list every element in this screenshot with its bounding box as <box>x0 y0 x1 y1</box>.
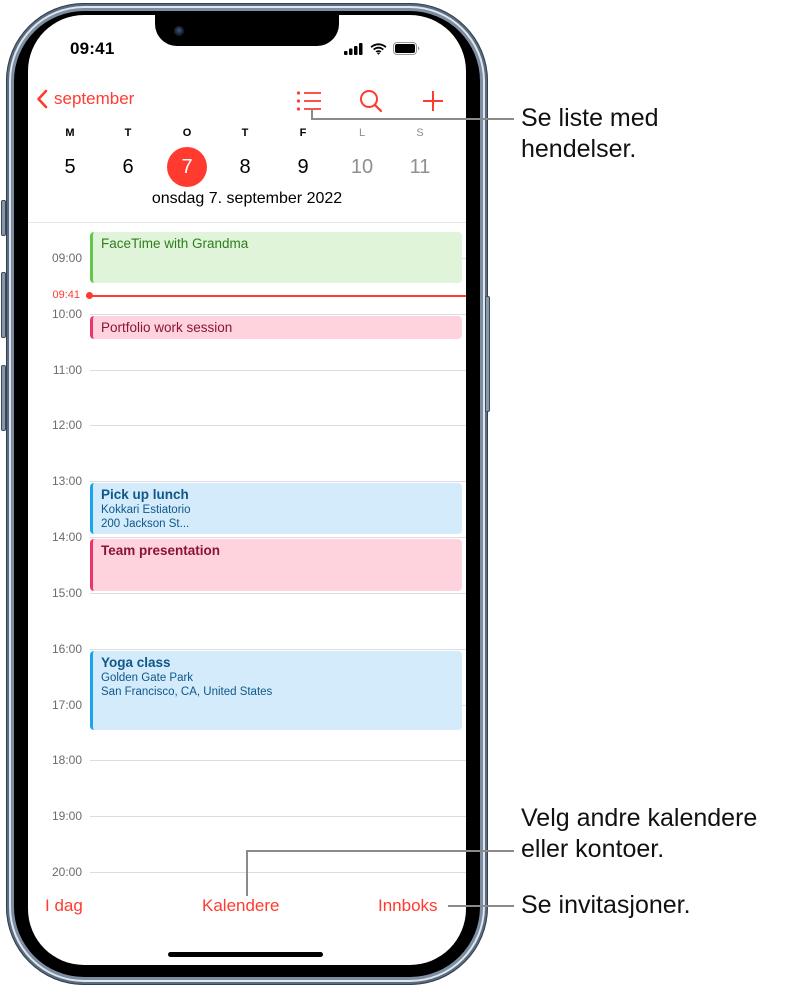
search-button[interactable] <box>358 89 384 113</box>
inbox-button[interactable]: Innboks <box>378 896 438 916</box>
event-team-presentation[interactable]: Team presentation <box>90 539 462 591</box>
weekday-letter: S <box>416 127 424 139</box>
callout-line-calendars-vertical <box>246 851 248 896</box>
event-title: Pick up lunch <box>101 487 189 502</box>
day-10[interactable]: 10 <box>342 147 382 187</box>
status-time: 09:41 <box>70 39 115 58</box>
hour-line <box>90 537 466 538</box>
callout-inbox: Se invitasjoner. <box>521 890 691 921</box>
hour-line <box>90 370 466 371</box>
day-9[interactable]: 9 <box>283 147 323 187</box>
event-pick-up-lunch[interactable]: Pick up lunch Kokkari Estiatorio 200 Jac… <box>90 483 462 534</box>
list-view-button[interactable] <box>296 89 322 113</box>
day-7-selected[interactable]: 7 <box>167 147 207 187</box>
hour-line <box>90 481 466 482</box>
hour-line <box>90 425 466 426</box>
callout-line-inbox <box>448 905 514 907</box>
event-address: 200 Jackson St... <box>101 518 190 530</box>
hour-label: 10:00 <box>51 307 82 321</box>
hour-label: 17:00 <box>51 698 82 712</box>
back-button[interactable]: september <box>36 89 134 109</box>
callout-list-line2: hendelser. <box>521 135 637 163</box>
front-camera <box>174 26 184 36</box>
callout-line-calendars <box>246 850 514 852</box>
list-icon <box>296 91 321 111</box>
side-button <box>485 296 490 412</box>
weekday-letter: O <box>182 127 192 139</box>
day-5[interactable]: 5 <box>50 147 90 187</box>
wifi-icon <box>370 42 387 55</box>
hour-label: 11:00 <box>52 363 82 377</box>
callout-line-list <box>311 118 514 120</box>
callout-calendars-line1: Velg andre kalendere <box>521 804 758 832</box>
status-icons <box>344 42 420 55</box>
hour-label: 15:00 <box>51 586 82 600</box>
hour-line <box>90 649 466 650</box>
current-time-line <box>86 295 466 297</box>
day-6[interactable]: 6 <box>108 147 148 187</box>
add-event-button[interactable] <box>420 89 446 113</box>
hour-label: 16:00 <box>51 642 82 656</box>
hour-line <box>90 872 466 873</box>
event-yoga-class[interactable]: Yoga class Golden Gate Park San Francisc… <box>90 651 462 730</box>
volume-down-button <box>1 365 6 431</box>
cellular-signal-icon <box>344 42 363 55</box>
event-portfolio-work-session[interactable]: Portfolio work session <box>90 316 462 339</box>
day-8[interactable]: 8 <box>225 147 265 187</box>
callout-list: Se liste med hendelser. <box>521 103 659 165</box>
home-indicator[interactable] <box>168 952 323 957</box>
hour-label: 09:00 <box>51 251 82 265</box>
battery-icon <box>393 42 420 55</box>
current-time-label: 09:41 <box>52 289 80 301</box>
hour-label: 18:00 <box>51 753 82 767</box>
callout-inbox-line1: Se invitasjoner. <box>521 891 691 919</box>
event-facetime-with-grandma[interactable]: FaceTime with Grandma <box>90 232 462 283</box>
selected-date-title: onsdag 7. september 2022 <box>151 190 343 207</box>
event-title: Team presentation <box>101 543 221 558</box>
event-title: Yoga class <box>101 655 171 670</box>
event-title: Portfolio work session <box>101 320 233 335</box>
volume-up-button <box>1 272 6 338</box>
day-11[interactable]: 11 <box>400 147 440 187</box>
weekday-letter: M <box>65 127 75 139</box>
hour-label: 14:00 <box>51 530 82 544</box>
weekday-letter: T <box>124 127 132 139</box>
event-title: FaceTime with Grandma <box>101 236 249 251</box>
hour-label: 12:00 <box>51 418 82 432</box>
current-time-dot <box>86 292 93 299</box>
day-timeline[interactable]: 09:00 10:00 11:00 12:00 13:00 14:00 15:0… <box>28 223 466 883</box>
weekday-letter: T <box>241 127 249 139</box>
weekday-letter: L <box>358 127 366 139</box>
chevron-left-icon <box>37 89 48 109</box>
event-location: Kokkari Estiatorio <box>101 504 191 516</box>
screen: 09:41 september M T O T F L S 5 6 7 8 9 … <box>28 15 466 965</box>
calendars-button[interactable]: Kalendere <box>202 896 280 916</box>
today-button[interactable]: I dag <box>45 896 83 916</box>
plus-icon <box>423 91 443 111</box>
hour-label: 19:00 <box>51 809 82 823</box>
search-icon <box>360 90 383 113</box>
callout-calendars-line2: eller kontoer. <box>521 835 665 863</box>
event-location: Golden Gate Park <box>101 672 194 684</box>
action-button <box>1 200 6 236</box>
hour-line <box>90 760 466 761</box>
back-label: september <box>54 89 135 108</box>
callout-calendars: Velg andre kalendere eller kontoer. <box>521 803 757 865</box>
hour-label: 20:00 <box>51 865 82 879</box>
weekday-letter: F <box>299 127 307 139</box>
event-address: San Francisco, CA, United States <box>101 686 273 698</box>
callout-list-line1: Se liste med <box>521 104 659 132</box>
hour-label: 13:00 <box>51 474 82 488</box>
hour-line <box>90 314 466 315</box>
hour-line <box>90 593 466 594</box>
hour-line <box>90 816 466 817</box>
